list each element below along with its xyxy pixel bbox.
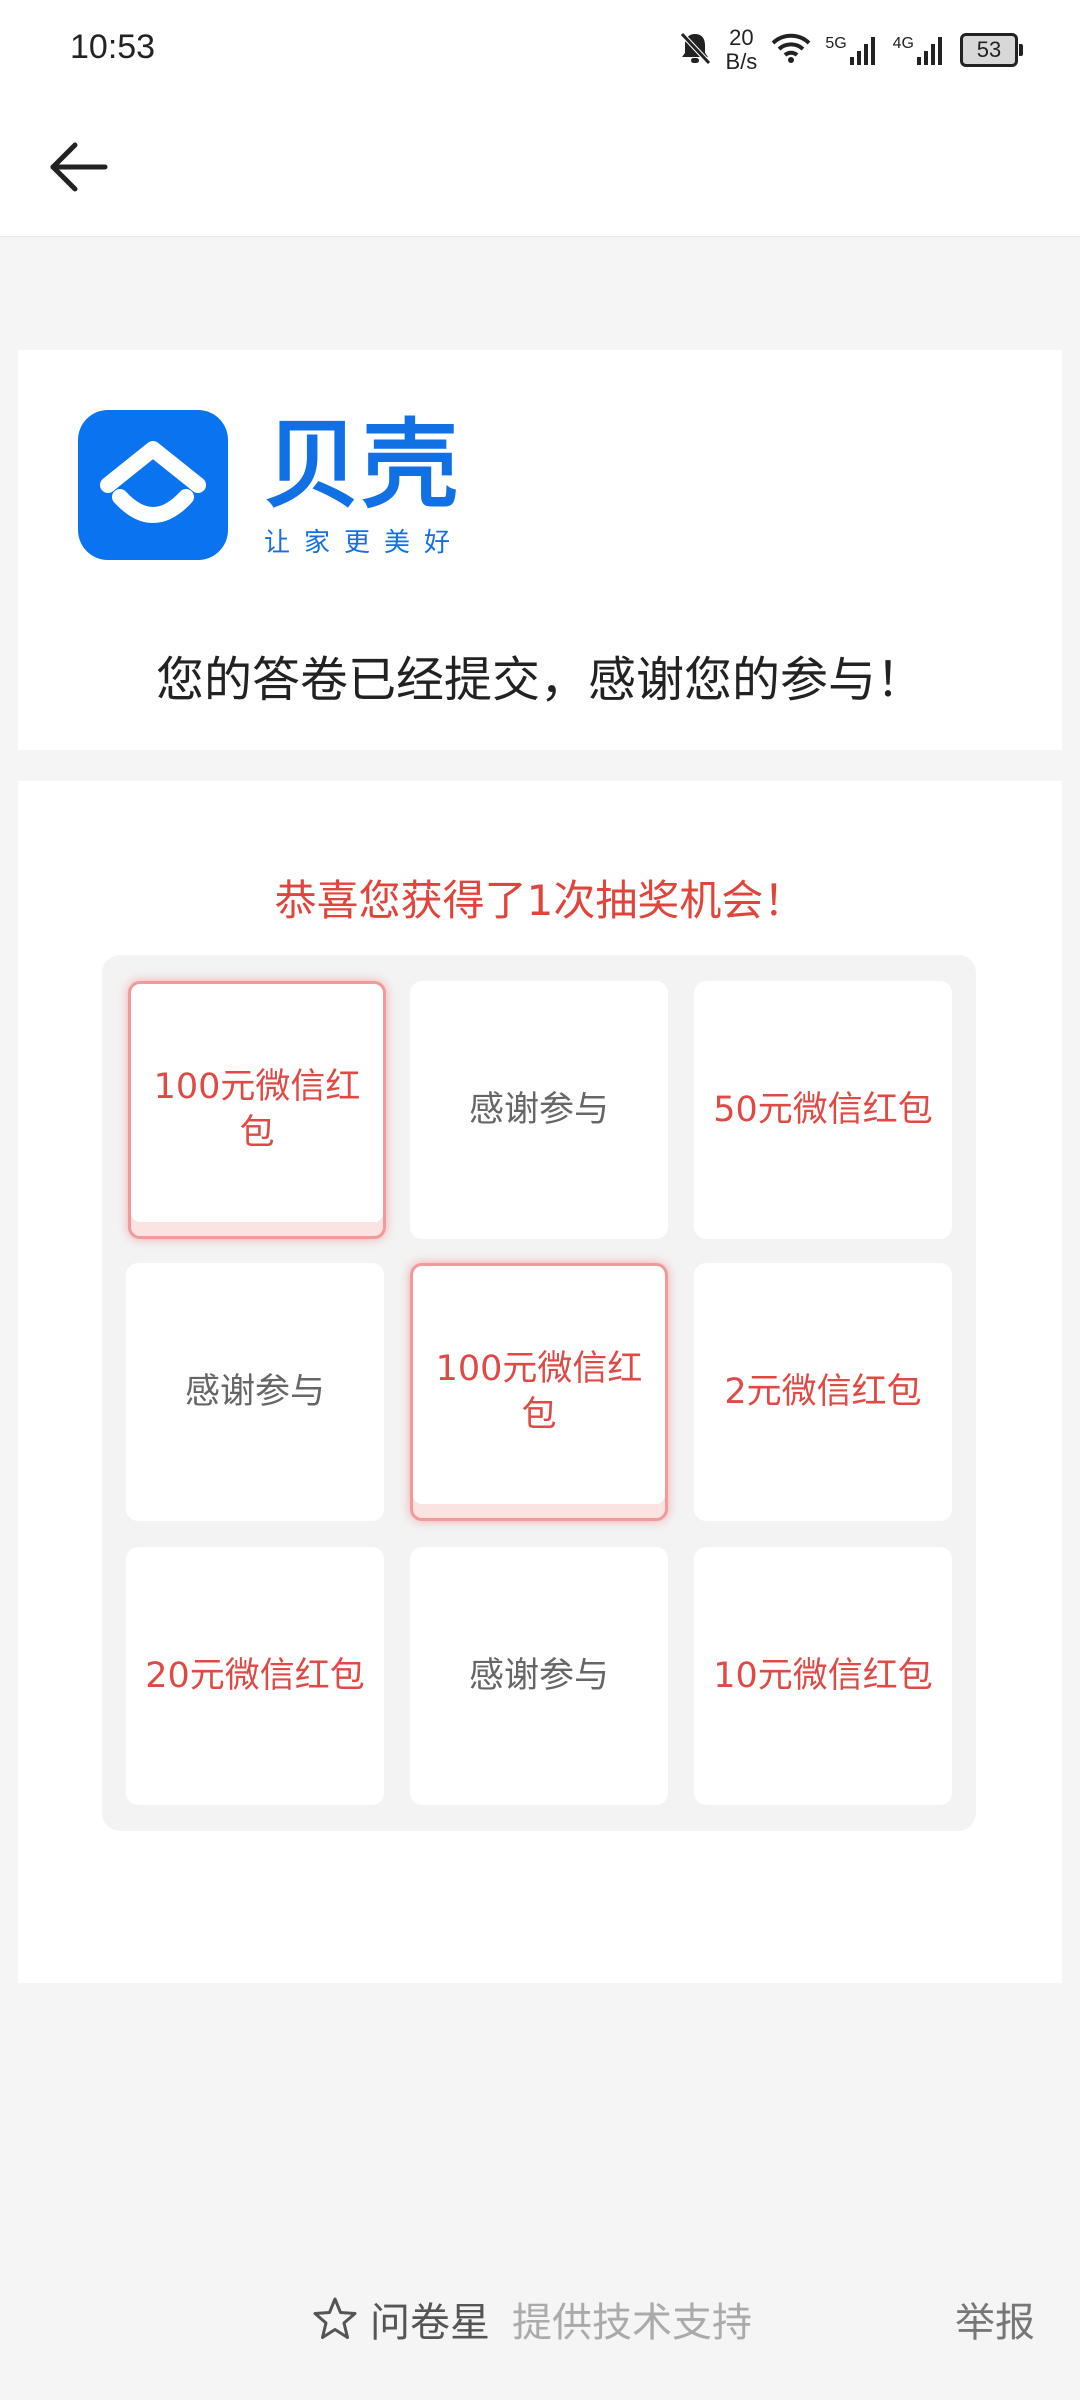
lottery-cell-prize[interactable]: 20元微信红包 bbox=[126, 1547, 384, 1805]
lottery-cell-prize[interactable]: 50元微信红包 bbox=[694, 981, 952, 1239]
lottery-grid: 100元微信红包 感谢参与 50元微信红包 感谢参与 100元微信红包 2元微信… bbox=[102, 955, 976, 1831]
lottery-cell-prize[interactable]: 10元微信红包 bbox=[694, 1547, 952, 1805]
submitted-card: 贝壳 让家更美好 您的答卷已经提交，感谢您的参与！ bbox=[18, 350, 1062, 750]
signal-icon bbox=[849, 37, 875, 65]
status-icons: 20 B/s 5G 4G 53 bbox=[678, 22, 1023, 78]
lottery-cell-prize[interactable]: 100元微信红包 bbox=[410, 1263, 668, 1521]
lottery-cell-label: 感谢参与 bbox=[468, 1090, 609, 1130]
arrow-left-icon bbox=[50, 142, 108, 192]
brand-logo: 贝壳 让家更美好 bbox=[78, 410, 464, 560]
nav-bar bbox=[0, 100, 1080, 237]
star-outline-icon bbox=[312, 2296, 358, 2342]
lottery-cell-thanks[interactable]: 感谢参与 bbox=[126, 1263, 384, 1521]
back-button[interactable] bbox=[40, 130, 114, 204]
lottery-card: 恭喜您获得了1次抽奖机会！ 100元微信红包 感谢参与 50元微信红包 感谢参与… bbox=[18, 781, 1062, 1983]
lottery-cell-label: 感谢参与 bbox=[184, 1372, 325, 1412]
lottery-cell-label: 10元微信红包 bbox=[713, 1656, 933, 1696]
lottery-cell-thanks[interactable]: 感谢参与 bbox=[410, 981, 668, 1239]
brand-text: 贝壳 让家更美好 bbox=[264, 410, 464, 559]
lottery-title: 恭喜您获得了1次抽奖机会！ bbox=[274, 876, 806, 925]
status-time: 10:53 bbox=[70, 28, 156, 66]
brand-name: 贝壳 bbox=[264, 409, 460, 521]
signal-icon bbox=[917, 37, 942, 65]
lottery-cell-label: 100元微信红包 bbox=[153, 1067, 361, 1153]
footer-brand-link[interactable]: 问卷星 提供技术支持 bbox=[312, 2290, 752, 2348]
footer-support-text: 提供技术支持 bbox=[512, 2300, 752, 2346]
footer: 问卷星 提供技术支持 举报 bbox=[0, 2290, 1080, 2360]
wifi-icon bbox=[771, 32, 811, 68]
signal-5g-label: 5G bbox=[825, 35, 847, 52]
house-logo-icon bbox=[78, 410, 228, 560]
report-link[interactable]: 举报 bbox=[955, 2290, 1035, 2348]
submitted-message: 您的答卷已经提交，感谢您的参与！ bbox=[155, 652, 924, 708]
lottery-cell-thanks[interactable]: 感谢参与 bbox=[410, 1547, 668, 1805]
status-bar: 10:53 20 B/s 5G 4G 53 bbox=[0, 0, 1080, 100]
net-speed-unit: B/s bbox=[725, 49, 758, 74]
signal-5g: 5G bbox=[825, 35, 878, 65]
net-speed-value: 20 bbox=[729, 25, 754, 50]
brand-slogan: 让家更美好 bbox=[264, 528, 465, 558]
net-speed: 20 B/s bbox=[726, 26, 758, 74]
lottery-cell-label: 100元微信红包 bbox=[435, 1349, 643, 1435]
lottery-cell-label: 感谢参与 bbox=[468, 1656, 609, 1696]
footer-brand-name: 问卷星 bbox=[370, 2300, 490, 2346]
lottery-cell-label: 50元微信红包 bbox=[713, 1090, 933, 1130]
lottery-cell-prize[interactable]: 100元微信红包 bbox=[128, 981, 386, 1239]
lottery-cell-label: 20元微信红包 bbox=[145, 1656, 365, 1696]
mute-bell-icon bbox=[678, 30, 712, 70]
battery-level: 53 bbox=[976, 37, 1002, 62]
battery-icon: 53 bbox=[960, 33, 1023, 67]
lottery-cell-label: 2元微信红包 bbox=[724, 1372, 922, 1412]
lottery-cell-prize[interactable]: 2元微信红包 bbox=[694, 1263, 952, 1521]
signal-4g-label: 4G bbox=[892, 35, 914, 52]
signal-4g: 4G bbox=[893, 35, 946, 65]
